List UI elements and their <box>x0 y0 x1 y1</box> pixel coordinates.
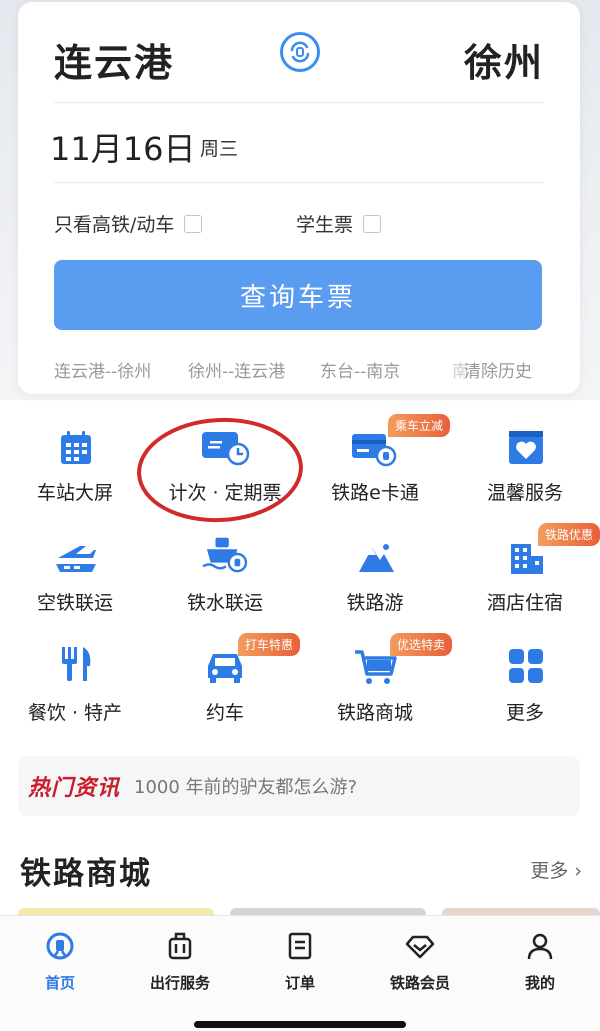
service-rail-water[interactable]: 铁水联运 <box>150 530 300 620</box>
service-label: 铁路游 <box>346 592 404 614</box>
service-label: 温馨服务 <box>486 482 563 504</box>
service-label: 车站大屏 <box>36 482 113 504</box>
promo-badge: 优选特卖 <box>390 633 453 656</box>
highspeed-only-label: 只看高铁/动车 <box>54 214 175 236</box>
tab-mine[interactable]: 我的 <box>480 930 600 993</box>
diamond-icon <box>405 935 435 959</box>
service-label: 酒店住宿 <box>486 592 563 614</box>
tab-label: 出行服务 <box>149 974 210 992</box>
luggage-icon <box>168 932 192 960</box>
weekday-label: 周三 <box>200 138 239 160</box>
fork-knife-icon <box>62 647 91 681</box>
highspeed-only-option[interactable]: 只看高铁/动车 <box>54 210 203 237</box>
service-label: 约车 <box>205 702 244 724</box>
user-icon <box>527 933 553 960</box>
history-item[interactable]: 连云港--徐州 <box>54 357 151 382</box>
tab-membership[interactable]: 铁路会员 <box>360 930 480 993</box>
to-city[interactable]: 徐州 <box>464 32 544 87</box>
station-screen-icon <box>61 431 91 464</box>
divider <box>54 102 544 103</box>
tab-orders[interactable]: 订单 <box>240 930 360 993</box>
from-city[interactable]: 连云港 <box>54 32 174 87</box>
tab-label: 我的 <box>524 974 555 992</box>
promo-badge: 铁路优惠 <box>538 523 600 546</box>
departure-date[interactable]: 11月16日 <box>50 124 195 170</box>
history-item[interactable]: 东台--南京 <box>320 357 400 382</box>
service-label: 更多 <box>505 702 544 724</box>
promo-badge: 乘车立减 <box>388 414 451 437</box>
service-label: 餐饮 · 特产 <box>27 702 123 724</box>
tab-home[interactable]: 首页 <box>0 930 120 993</box>
service-care[interactable]: 温馨服务 <box>450 420 600 510</box>
swap-stations-button[interactable] <box>280 32 320 72</box>
bottom-tab-bar: 首页 出行服务 订单 铁路会员 我的 <box>0 915 600 1031</box>
tab-travel-services[interactable]: 出行服务 <box>120 930 240 993</box>
history-item[interactable]: 徐州--连云港 <box>188 357 285 382</box>
divider <box>54 182 544 183</box>
clear-history-button[interactable]: 清除历史 <box>464 357 532 382</box>
student-ticket-option[interactable]: 学生票 <box>296 210 382 237</box>
mountain-travel-icon <box>359 544 394 572</box>
service-label: 铁路商城 <box>336 702 413 724</box>
service-label: 铁水联运 <box>186 592 263 614</box>
plane-train-icon <box>56 546 96 572</box>
home-train-icon <box>46 932 74 960</box>
hot-news-text[interactable]: 1000 年前的驴友都怎么游? <box>134 773 357 799</box>
mall-more-link[interactable]: 更多 › <box>530 856 582 883</box>
service-station-screen[interactable]: 车站大屏 <box>0 420 150 510</box>
grid-more-icon <box>509 649 543 683</box>
ticket-search-card: 连云港 徐州 11月16日 周三 只看高铁/动车 学生票 查询车票 连云港--徐… <box>18 2 580 394</box>
ship-train-icon <box>202 537 248 573</box>
tab-label: 订单 <box>284 974 315 992</box>
highspeed-only-checkbox[interactable] <box>184 214 203 233</box>
service-label: 铁路e卡通 <box>331 482 419 504</box>
service-dining[interactable]: 餐饮 · 特产 <box>0 640 150 730</box>
home-indicator <box>194 1021 406 1028</box>
service-more[interactable]: 更多 <box>450 640 600 730</box>
mall-section-title: 铁路商城 <box>20 856 152 892</box>
query-tickets-button[interactable]: 查询车票 <box>54 260 542 330</box>
tab-label: 铁路会员 <box>389 974 450 992</box>
hot-news-bar[interactable]: 热门资讯 1000 年前的驴友都怎么游? <box>18 756 580 816</box>
hot-news-tag: 热门资讯 <box>28 776 121 801</box>
promo-badge: 打车特惠 <box>238 633 301 656</box>
order-icon <box>288 932 312 960</box>
student-ticket-checkbox[interactable] <box>363 214 382 233</box>
heart-service-icon <box>509 431 543 464</box>
service-rail-travel[interactable]: 铁路游 <box>300 530 450 620</box>
service-label: 空铁联运 <box>36 592 113 614</box>
tab-label: 首页 <box>44 974 75 992</box>
service-air-rail[interactable]: 空铁联运 <box>0 530 150 620</box>
swap-icon <box>290 41 310 63</box>
student-ticket-label: 学生票 <box>296 214 354 236</box>
